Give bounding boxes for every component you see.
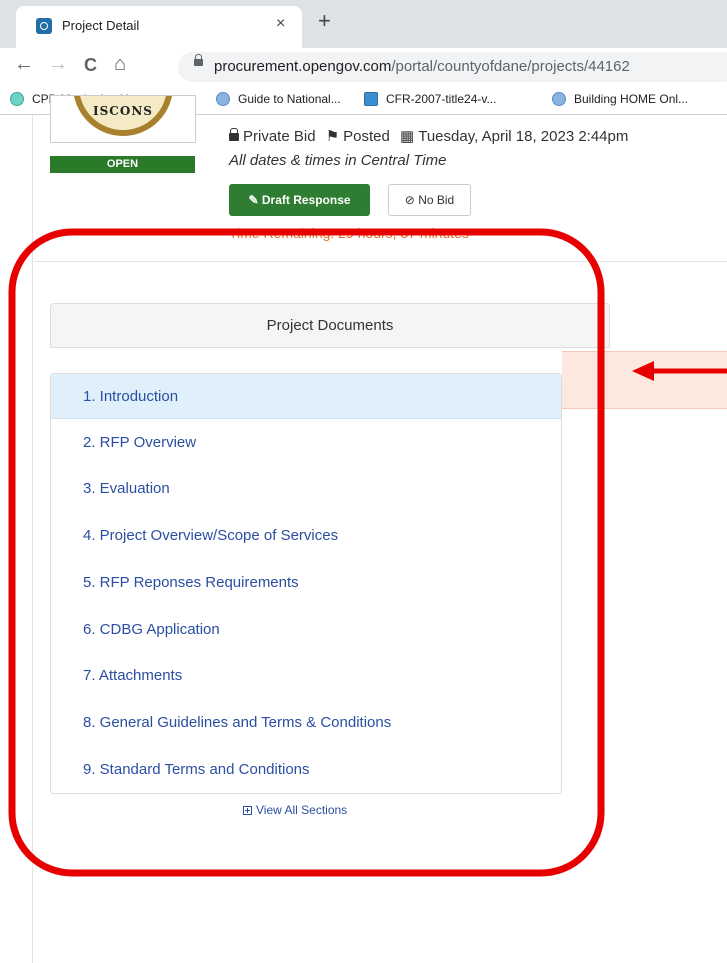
browser-tab-strip: Project Detail × + — [0, 0, 727, 48]
bid-type: Private Bid — [243, 128, 316, 145]
view-all-label: View All Sections — [256, 803, 348, 817]
lock-icon — [194, 54, 203, 66]
section-evaluation[interactable]: 3. Evaluation — [51, 466, 561, 511]
section-rfp-overview[interactable]: 2. RFP Overview — [51, 420, 561, 465]
posted-date: Tuesday, April 18, 2023 2:44pm — [418, 128, 629, 145]
county-seal-logo: ISCONS — [50, 95, 196, 143]
browser-tab-project-detail[interactable]: Project Detail × — [16, 6, 302, 48]
notice-banner — [562, 351, 727, 409]
bookmark-label: Building HOME Onl... — [574, 92, 689, 106]
draft-response-button[interactable]: ✎ Draft Response — [229, 184, 370, 216]
bookmark-building-home[interactable]: Building HOME Onl... — [552, 92, 688, 106]
browser-toolbar: ← → C ⌂ procurement.opengov.com/portal/c… — [0, 48, 727, 86]
section-divider — [34, 261, 727, 262]
opengov-favicon-icon — [36, 18, 52, 34]
time-remaining: Time Remaining: 29 hours, 37 minutes — [229, 225, 469, 241]
home-icon[interactable]: ⌂ — [114, 53, 126, 76]
section-general-guidelines[interactable]: 8. General Guidelines and Terms & Condit… — [51, 700, 561, 745]
document-section-list: 1. Introduction 2. RFP Overview 3. Evalu… — [50, 373, 562, 794]
bookmark-label: CFR-2007-title24-v... — [386, 92, 497, 106]
flag-icon: ⚑ — [325, 128, 340, 145]
cfr-icon — [364, 92, 378, 106]
bookmark-cfr[interactable]: CFR-2007-title24-v... — [364, 92, 496, 106]
timezone-note: All dates & times in Central Time — [229, 152, 447, 169]
section-cdbg-application[interactable]: 6. CDBG Application — [51, 607, 561, 652]
status-badge: OPEN — [50, 156, 195, 173]
posted-label: Posted — [343, 128, 390, 145]
seal-text: ISCONS — [93, 104, 153, 118]
ban-icon: ⊘ — [404, 193, 415, 207]
project-documents-heading: Project Documents — [50, 303, 610, 348]
pencil-icon: ✎ — [248, 193, 259, 207]
project-meta-line: Private Bid ⚑ Posted ▦ Tuesday, April 18, … — [229, 127, 628, 145]
page-content: ISCONS OPEN Private Bid ⚑ Posted ▦ Tuesday… — [0, 95, 727, 963]
new-tab-button[interactable]: + — [318, 8, 331, 34]
view-all-sections-link[interactable]: View All Sections — [243, 803, 347, 817]
no-bid-button[interactable]: ⊘ No Bid — [388, 184, 471, 216]
expand-plus-icon — [243, 806, 252, 815]
forward-arrow-icon[interactable]: → — [48, 53, 68, 76]
section-rfp-response-requirements[interactable]: 5. RFP Reponses Requirements — [51, 560, 561, 605]
lock-icon — [229, 128, 239, 141]
bookmark-label: Guide to National... — [238, 92, 341, 106]
left-border — [32, 115, 33, 963]
section-scope-of-services[interactable]: 4. Project Overview/Scope of Services — [51, 513, 561, 558]
section-introduction[interactable]: 1. Introduction — [51, 374, 561, 419]
section-standard-terms[interactable]: 9. Standard Terms and Conditions — [51, 747, 561, 792]
reload-icon[interactable]: C — [84, 55, 97, 76]
url-host: procurement.opengov.com — [214, 58, 392, 75]
globe-icon — [10, 92, 24, 106]
url-path: /portal/countyofdane/projects/44162 — [391, 58, 630, 75]
address-bar[interactable]: procurement.opengov.com/portal/countyofd… — [178, 52, 727, 82]
tab-title: Project Detail — [62, 18, 140, 33]
globe-icon — [216, 92, 230, 106]
bookmark-guide-national[interactable]: Guide to National... — [216, 92, 341, 106]
back-arrow-icon[interactable]: ← — [14, 53, 34, 76]
section-attachments[interactable]: 7. Attachments — [51, 653, 561, 698]
calendar-icon: ▦ — [400, 128, 415, 145]
globe-icon — [552, 92, 566, 106]
url-text: procurement.opengov.com/portal/countyofd… — [214, 58, 630, 75]
no-bid-label: No Bid — [418, 193, 455, 207]
draft-response-label: Draft Response — [261, 193, 351, 207]
tab-close-icon[interactable]: × — [276, 15, 285, 33]
